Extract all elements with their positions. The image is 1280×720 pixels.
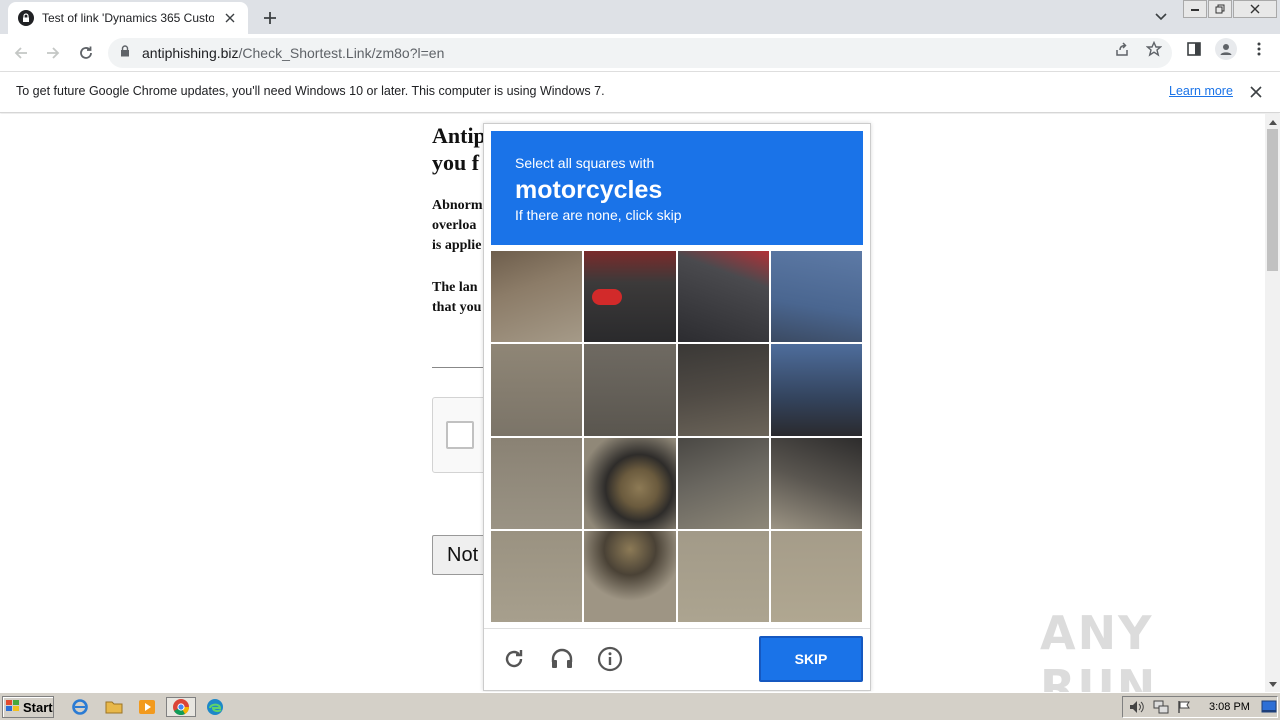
image-tile[interactable] — [770, 251, 862, 343]
show-desktop-icon[interactable] — [1258, 697, 1280, 717]
system-tray: 3:08 PM — [1122, 696, 1278, 718]
challenge-hint: If there are none, click skip — [515, 207, 682, 223]
back-icon[interactable] — [8, 40, 34, 66]
image-tile[interactable] — [677, 530, 769, 622]
scrollbar-thumb[interactable] — [1267, 129, 1278, 271]
image-tile[interactable] — [770, 437, 862, 529]
edge-icon[interactable] — [204, 697, 226, 717]
forward-icon[interactable] — [40, 40, 66, 66]
address-bar[interactable]: antiphishing.biz/Check_Shortest.Link/zm8… — [108, 38, 1172, 68]
tab-strip: Test of link 'Dynamics 365 Customer — [0, 0, 1280, 34]
close-window-icon[interactable] — [1233, 0, 1277, 18]
profile-avatar-icon[interactable] — [1215, 38, 1237, 60]
action-center-flag-icon[interactable] — [1177, 700, 1191, 719]
image-tile[interactable] — [584, 251, 676, 343]
image-tile[interactable] — [677, 344, 769, 436]
image-tile[interactable] — [491, 251, 583, 343]
network-icon[interactable] — [1153, 700, 1169, 719]
image-tile[interactable] — [584, 530, 676, 622]
clock[interactable]: 3:08 PM — [1209, 701, 1250, 713]
tab-close-icon[interactable] — [222, 10, 238, 26]
footer-divider — [484, 628, 870, 629]
browser-toolbar: antiphishing.biz/Check_Shortest.Link/zm8… — [0, 34, 1280, 72]
challenge-header: Select all squares with motorcycles If t… — [491, 131, 863, 245]
windows-logo-icon — [6, 699, 20, 715]
lock-icon[interactable] — [120, 44, 130, 62]
restore-icon[interactable] — [1208, 0, 1232, 18]
challenge-object: motorcycles — [515, 176, 663, 204]
info-icon[interactable] — [595, 644, 625, 674]
bookmark-star-icon[interactable] — [1145, 40, 1163, 58]
image-tile[interactable] — [584, 437, 676, 529]
recaptcha-checkbox[interactable] — [446, 421, 474, 449]
lock-favicon-icon — [18, 10, 34, 26]
reload-icon[interactable] — [499, 644, 529, 674]
image-tile[interactable] — [491, 437, 583, 529]
learn-more-link[interactable]: Learn more — [1169, 84, 1233, 98]
image-tile[interactable] — [770, 530, 862, 622]
volume-icon[interactable] — [1129, 700, 1145, 719]
menu-kebab-icon[interactable] — [1250, 40, 1268, 58]
side-panel-icon[interactable] — [1185, 40, 1203, 58]
infobar-close-icon[interactable] — [1248, 84, 1264, 100]
image-tile-grid — [491, 251, 862, 622]
skip-button[interactable]: SKIP — [759, 636, 863, 682]
tail-light — [592, 289, 623, 305]
captcha-challenge-popup: Select all squares with motorcycles If t… — [483, 123, 871, 691]
new-tab-icon[interactable] — [258, 6, 282, 30]
browser-tab[interactable]: Test of link 'Dynamics 365 Customer — [8, 2, 248, 34]
chrome-taskbar-icon[interactable] — [166, 697, 196, 717]
url-host: antiphishing.biz — [142, 45, 239, 61]
media-player-icon[interactable] — [136, 697, 158, 717]
audio-icon[interactable] — [547, 644, 577, 674]
start-label: Start — [23, 699, 53, 715]
start-button[interactable]: Start — [2, 696, 54, 718]
infobar-message: To get future Google Chrome updates, you… — [16, 84, 605, 98]
image-tile[interactable] — [677, 251, 769, 343]
tab-search-chevron-icon[interactable] — [1152, 8, 1170, 26]
url-text: antiphishing.biz/Check_Shortest.Link/zm8… — [142, 45, 444, 61]
url-path: /Check_Shortest.Link/zm8o?l=en — [238, 45, 445, 61]
image-tile[interactable] — [770, 344, 862, 436]
windows-taskbar: Start 3:08 PM — [0, 692, 1280, 720]
scroll-up-icon[interactable] — [1268, 118, 1277, 127]
tab-title: Test of link 'Dynamics 365 Customer — [42, 11, 214, 25]
image-tile[interactable] — [491, 344, 583, 436]
internet-explorer-icon[interactable] — [69, 697, 91, 717]
share-icon[interactable] — [1113, 40, 1131, 58]
file-explorer-icon[interactable] — [103, 697, 125, 717]
reload-page-icon[interactable] — [73, 40, 99, 66]
challenge-lead: Select all squares with — [515, 155, 655, 171]
update-infobar: To get future Google Chrome updates, you… — [0, 72, 1280, 113]
image-tile[interactable] — [584, 344, 676, 436]
image-tile[interactable] — [491, 530, 583, 622]
minimize-icon[interactable] — [1183, 0, 1207, 18]
image-tile[interactable] — [677, 437, 769, 529]
